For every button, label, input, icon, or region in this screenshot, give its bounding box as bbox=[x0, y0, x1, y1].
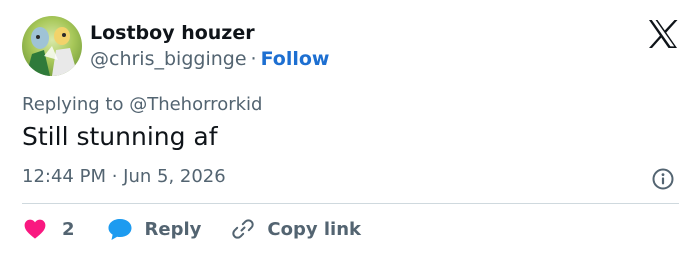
avatar-image bbox=[26, 27, 78, 76]
link-icon bbox=[232, 219, 255, 239]
tweet-embed-card: Lostboy houzer @chris_bigginge · Follow Re… bbox=[0, 0, 700, 256]
reply-label: Reply bbox=[144, 218, 202, 240]
copy-link-button[interactable]: Copy link bbox=[231, 217, 361, 241]
replying-to-prefix: Replying to bbox=[22, 94, 130, 115]
speech-bubble-icon bbox=[108, 219, 132, 240]
author-name[interactable]: Lostboy houzer bbox=[90, 22, 255, 44]
like-count: 2 bbox=[62, 218, 75, 240]
author-handle-row: @chris_bigginge · Follow bbox=[90, 48, 329, 70]
tweet-text: Still stunning af bbox=[22, 122, 218, 151]
avatar[interactable] bbox=[22, 16, 82, 76]
divider bbox=[22, 203, 679, 204]
tweet-timestamp[interactable]: 12:44 PM · Jun 5, 2026 bbox=[22, 166, 226, 187]
replying-to-line: Replying to @Thehorrorkid bbox=[22, 94, 262, 115]
author-handle[interactable]: @chris_bigginge bbox=[90, 48, 247, 70]
replying-to-mention[interactable]: @Thehorrorkid bbox=[129, 94, 262, 115]
info-icon[interactable] bbox=[651, 167, 675, 191]
copy-link-label: Copy link bbox=[267, 218, 361, 240]
heart-icon bbox=[24, 219, 46, 239]
x-logo-icon[interactable] bbox=[648, 20, 678, 48]
action-bar: 2 Reply Copy link bbox=[22, 214, 361, 244]
separator-dot: · bbox=[250, 48, 257, 70]
follow-button[interactable]: Follow bbox=[261, 48, 330, 70]
reply-button[interactable]: Reply bbox=[107, 217, 202, 241]
like-button[interactable]: 2 bbox=[22, 217, 75, 241]
